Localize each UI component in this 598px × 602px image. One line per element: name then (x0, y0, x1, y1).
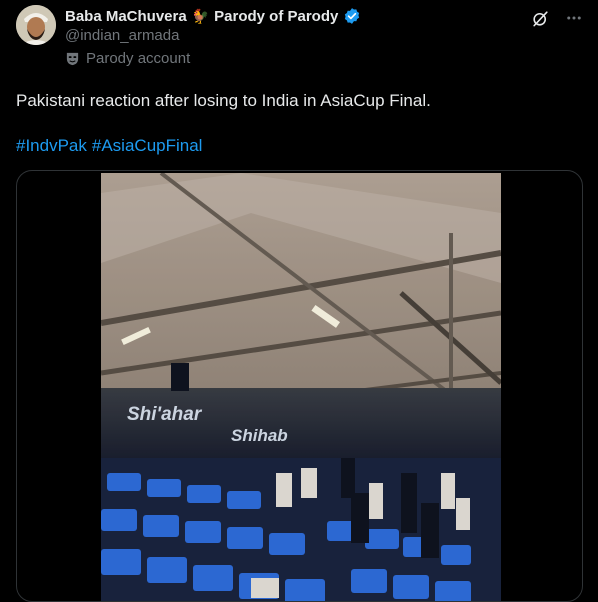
verified-badge-icon (343, 7, 361, 25)
video-frame[interactable]: Shi'ahar Shihab (101, 173, 501, 601)
grok-icon[interactable] (530, 8, 550, 28)
parody-label-text: Parody account (86, 50, 191, 67)
author-name-suffix[interactable]: Parody of Parody (214, 8, 338, 25)
tweet-hashtags: #IndvPak #AsiaCupFinal (16, 134, 202, 158)
avatar[interactable] (16, 5, 56, 45)
author-name-row[interactable]: Baba MaChuvera 🐓 Parody of Parody (65, 5, 361, 27)
more-options-icon[interactable] (564, 8, 584, 28)
author-handle[interactable]: @indian_armada (65, 27, 179, 44)
parody-label: Parody account (65, 50, 190, 67)
author-name-emoji: 🐓 (191, 7, 210, 24)
tweet-media-video[interactable]: Shi'ahar Shihab (16, 170, 583, 602)
tweet-text: Pakistani reaction after losing to India… (16, 91, 431, 110)
hashtag-link[interactable]: #IndvPak (16, 134, 87, 158)
parody-mask-icon (65, 51, 80, 66)
tweet-actions-top (530, 8, 584, 28)
author-name[interactable]: Baba MaChuvera (65, 8, 187, 25)
hashtag-link[interactable]: #AsiaCupFinal (92, 134, 203, 158)
